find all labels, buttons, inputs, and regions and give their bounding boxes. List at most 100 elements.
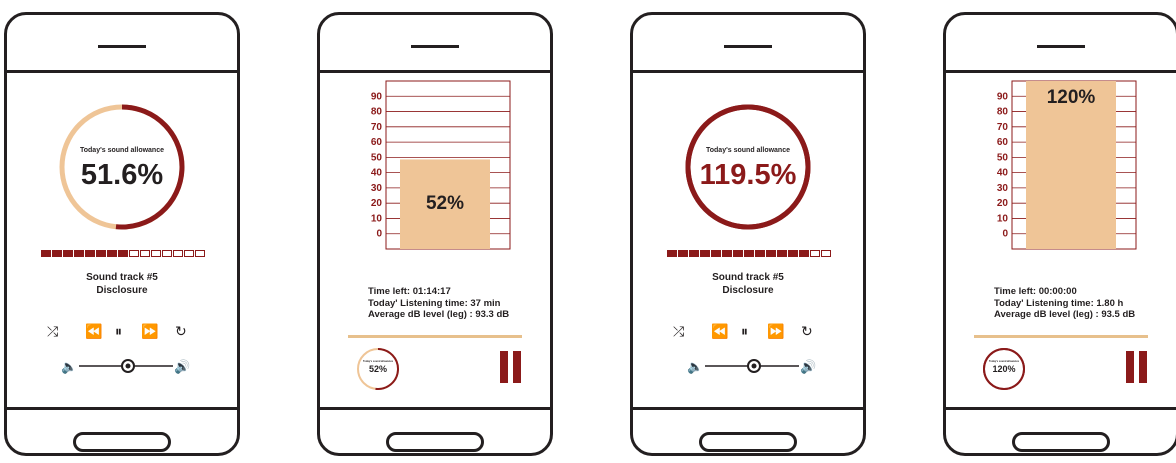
y-tick-label: 40 <box>997 168 1009 179</box>
y-tick-label: 50 <box>997 152 1009 163</box>
level-segment <box>41 250 51 257</box>
screen-bottom-border <box>946 407 1176 410</box>
y-tick-label: 20 <box>997 198 1009 209</box>
shuffle-icon[interactable]: ⤮ <box>673 323 684 339</box>
y-tick-label: 60 <box>997 137 1009 148</box>
average-db: Average dB level (leg) : 93.3 dB <box>368 309 510 320</box>
volume-slider[interactable]: 🔈 🔊 <box>61 356 191 376</box>
level-segment <box>777 250 787 257</box>
mini-ring-caption: Today's sound allowance <box>989 360 1019 363</box>
level-segment <box>52 250 62 257</box>
screen-bottom-border <box>633 407 863 410</box>
level-segment <box>74 250 84 257</box>
level-segment <box>85 250 95 257</box>
phone-speaker <box>98 45 146 48</box>
y-tick-label: 40 <box>371 168 383 179</box>
volume-high-icon: 🔊 <box>174 358 190 375</box>
ring-caption: Today's sound allowance <box>80 147 164 154</box>
home-button[interactable] <box>386 432 484 452</box>
bar-value-label: 120% <box>1047 87 1096 108</box>
listening-time: Today' Listening time: 1.80 h <box>994 297 1124 309</box>
phone-frame-1: Today's sound allowance 51.6% Sound trac… <box>4 12 240 456</box>
screen-bottom-border <box>7 407 237 410</box>
track-artist: Disclosure <box>96 285 148 296</box>
home-button[interactable] <box>1012 432 1110 452</box>
mini-allowance-ring[interactable]: Today's sound allowance 52% <box>356 347 400 391</box>
volume-low-icon: 🔈 <box>687 359 703 375</box>
repeat-icon[interactable]: ↻ <box>801 323 813 339</box>
rewind-icon[interactable]: ⏪ <box>85 323 102 339</box>
y-tick-label: 70 <box>997 122 1009 133</box>
phone-frame-4: 90 80 70 60 50 40 30 20 10 0 120% Time left: 00:0… <box>943 12 1176 456</box>
level-segment <box>799 250 809 257</box>
ring-caption: Today's sound allowance <box>706 147 790 154</box>
rewind-icon[interactable]: ⏪ <box>711 323 728 339</box>
playback-controls: ⤮ ⏪ ⏸ ⏩ ↻ <box>47 323 197 339</box>
volume-high-icon: 🔊 <box>800 358 816 375</box>
listening-stats: Time left: 00:00:00 Today' Listening tim… <box>994 286 1135 321</box>
pause-button[interactable] <box>1126 351 1148 383</box>
divider <box>348 335 522 338</box>
stats-screen: 90 80 70 60 50 40 30 20 10 0 120% Time left: 00:0… <box>946 73 1176 407</box>
phone-speaker <box>411 45 459 48</box>
pause-icon[interactable]: ⏸ <box>115 323 122 339</box>
bar-value-label: 52% <box>426 193 464 214</box>
pause-bar-left <box>500 351 508 383</box>
level-segment <box>711 250 721 257</box>
average-db: Average dB level (leg) : 93.5 dB <box>994 309 1136 320</box>
y-tick-label: 90 <box>997 91 1009 102</box>
listening-stats: Time left: 01:14:17 Today' Listening tim… <box>368 286 509 321</box>
y-tick-label: 0 <box>1002 229 1008 240</box>
track-artist: Disclosure <box>722 285 774 296</box>
mini-ring-value: 52% <box>368 364 387 374</box>
level-segment <box>63 250 73 257</box>
time-left: Time left: 00:00:00 <box>994 286 1077 297</box>
level-segment <box>766 250 776 257</box>
volume-slider[interactable]: 🔈 🔊 <box>687 356 817 376</box>
mini-ring-caption: Today's sound allowance <box>363 360 393 363</box>
pause-button[interactable] <box>500 351 522 383</box>
screen-bottom-border <box>320 407 550 410</box>
level-segment <box>195 250 205 257</box>
playback-controls: ⤮ ⏪ ⏸ ⏩ ↻ <box>673 323 823 339</box>
level-segment <box>184 250 194 257</box>
phone-speaker <box>724 45 772 48</box>
level-segment <box>733 250 743 257</box>
repeat-icon[interactable]: ↻ <box>175 323 187 339</box>
time-left: Time left: 01:14:17 <box>368 286 451 297</box>
mini-allowance-ring[interactable]: Today's sound allowance 120% <box>982 347 1026 391</box>
allowance-ring: Today's sound allowance 51.6% <box>56 101 188 233</box>
y-tick-label: 10 <box>371 213 383 224</box>
level-segment <box>162 250 172 257</box>
allowance-bar-chart: 90 80 70 60 50 40 30 20 10 0 120% <box>997 80 1137 250</box>
player-screen: Today's sound allowance 51.6% Sound trac… <box>7 73 237 407</box>
y-tick-label: 60 <box>371 137 383 148</box>
level-segment-bar <box>667 250 832 257</box>
level-segment <box>173 250 183 257</box>
pause-bar-right <box>513 351 521 383</box>
ring-value: 119.5% <box>699 159 797 191</box>
track-title: Sound track #5 <box>86 272 158 283</box>
listening-time: Today' Listening time: 37 min <box>368 297 501 309</box>
level-segment <box>667 250 677 257</box>
allowance-bar-chart: 90 80 70 60 50 40 30 20 10 0 52% <box>371 80 511 250</box>
level-segment <box>140 250 150 257</box>
phone-frame-2: 90 80 70 60 50 40 30 20 10 0 52% Time left: 01:14… <box>317 12 553 456</box>
volume-low-icon: 🔈 <box>61 359 77 375</box>
level-segment <box>107 250 117 257</box>
shuffle-icon[interactable]: ⤮ <box>47 323 58 339</box>
home-button[interactable] <box>73 432 171 452</box>
level-segment <box>744 250 754 257</box>
y-tick-label: 80 <box>997 107 1009 118</box>
pause-icon[interactable]: ⏸ <box>741 323 748 339</box>
mini-ring-value: 120% <box>992 364 1016 374</box>
level-segment <box>678 250 688 257</box>
y-tick-label: 30 <box>997 183 1009 194</box>
home-button[interactable] <box>699 432 797 452</box>
level-segment-bar <box>41 250 206 257</box>
y-tick-label: 90 <box>371 91 383 102</box>
forward-icon[interactable]: ⏩ <box>141 323 158 339</box>
level-segment <box>788 250 798 257</box>
y-tick-label: 30 <box>371 183 383 194</box>
forward-icon[interactable]: ⏩ <box>767 323 784 339</box>
